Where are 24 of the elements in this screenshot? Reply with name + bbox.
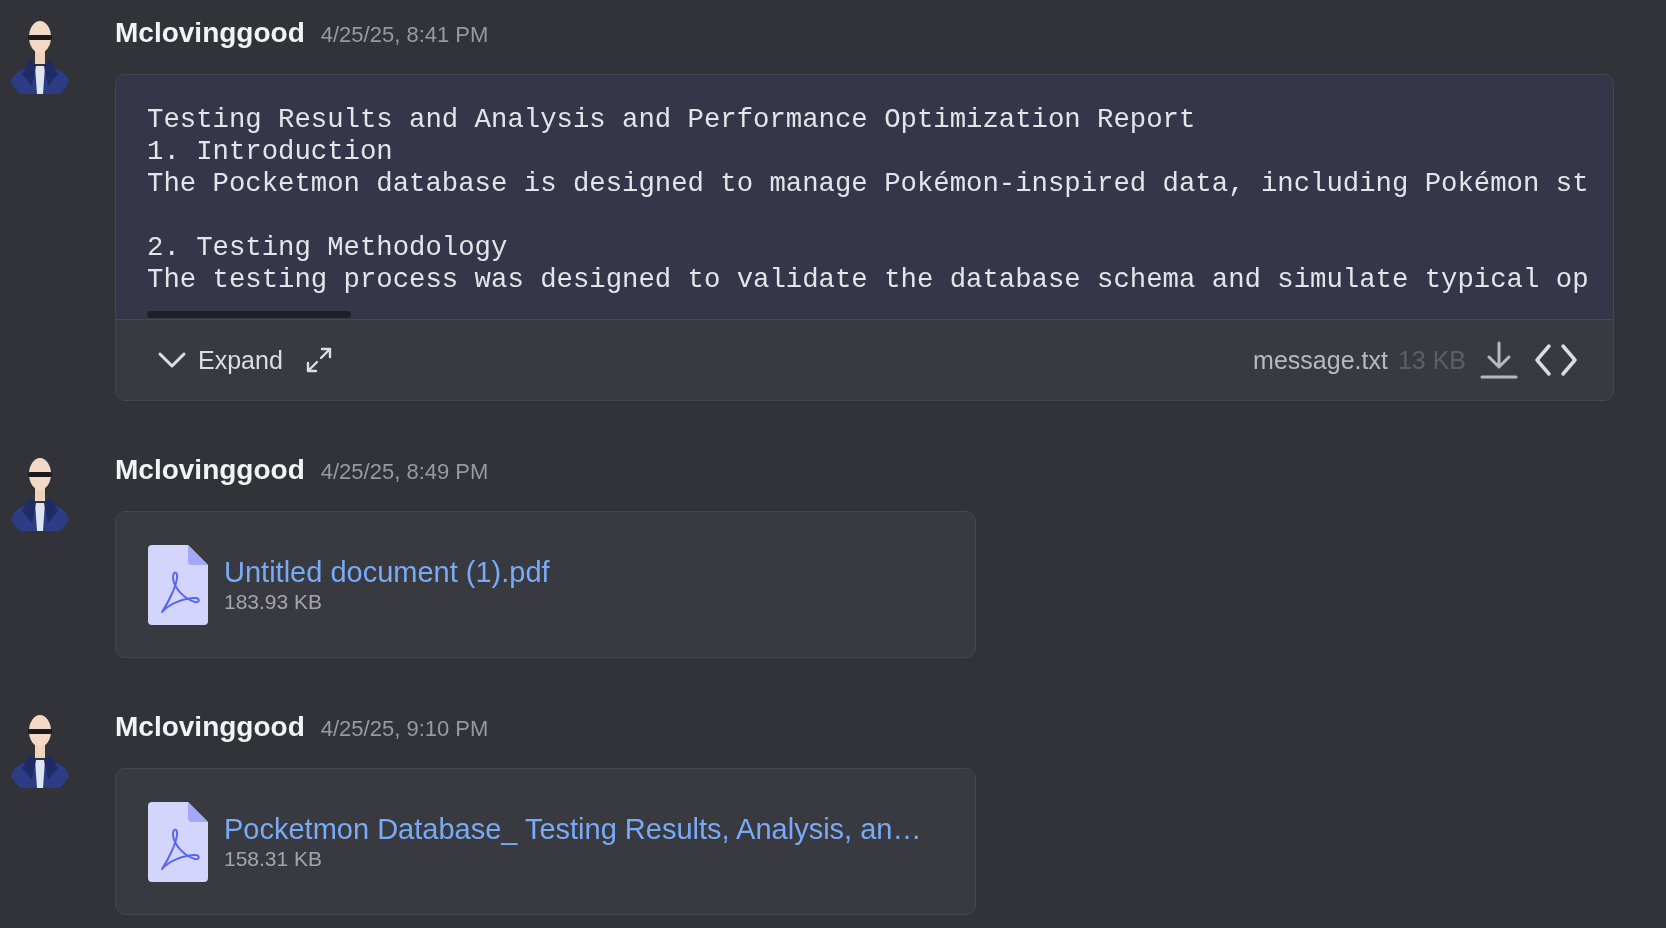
pdf-file-icon xyxy=(148,801,208,882)
chevron-down-icon xyxy=(157,351,187,369)
file-size: 183.93 KB xyxy=(224,588,323,614)
code-line: The Pocketmon database is designed to manage Pokémon-inspired data, including Pokémon st xyxy=(147,168,1589,200)
expand-button[interactable]: Expand xyxy=(157,345,283,375)
code-line: 2. Testing Methodology xyxy=(147,232,508,264)
timestamp: 4/25/25, 8:49 PM xyxy=(320,458,489,486)
file-link[interactable]: Pocketmon Database_ Testing Results, Analysis, an… xyxy=(224,812,922,846)
username[interactable]: Mclovinggood xyxy=(115,452,305,488)
timestamp: 4/25/25, 8:41 PM xyxy=(320,21,489,49)
code-line: The testing process was designed to validate the database schema and simulate typical op xyxy=(147,264,1589,296)
code-line: 1. Introduction xyxy=(147,136,393,168)
file-link[interactable]: Untitled document (1).pdf xyxy=(224,555,550,589)
scrollbar-thumb[interactable] xyxy=(147,311,351,318)
username[interactable]: Mclovinggood xyxy=(115,15,305,51)
username[interactable]: Mclovinggood xyxy=(115,709,305,745)
download-icon[interactable] xyxy=(1479,340,1519,380)
maximize-icon[interactable] xyxy=(304,346,333,374)
code-line: Testing Results and Analysis and Performance Optimization Report xyxy=(147,104,1196,136)
file-name: message.txt xyxy=(1253,345,1388,375)
pdf-file-icon xyxy=(148,544,208,625)
file-size: 158.31 KB xyxy=(224,845,323,871)
code-icon[interactable] xyxy=(1533,342,1579,378)
timestamp: 4/25/25, 9:10 PM xyxy=(320,715,489,743)
